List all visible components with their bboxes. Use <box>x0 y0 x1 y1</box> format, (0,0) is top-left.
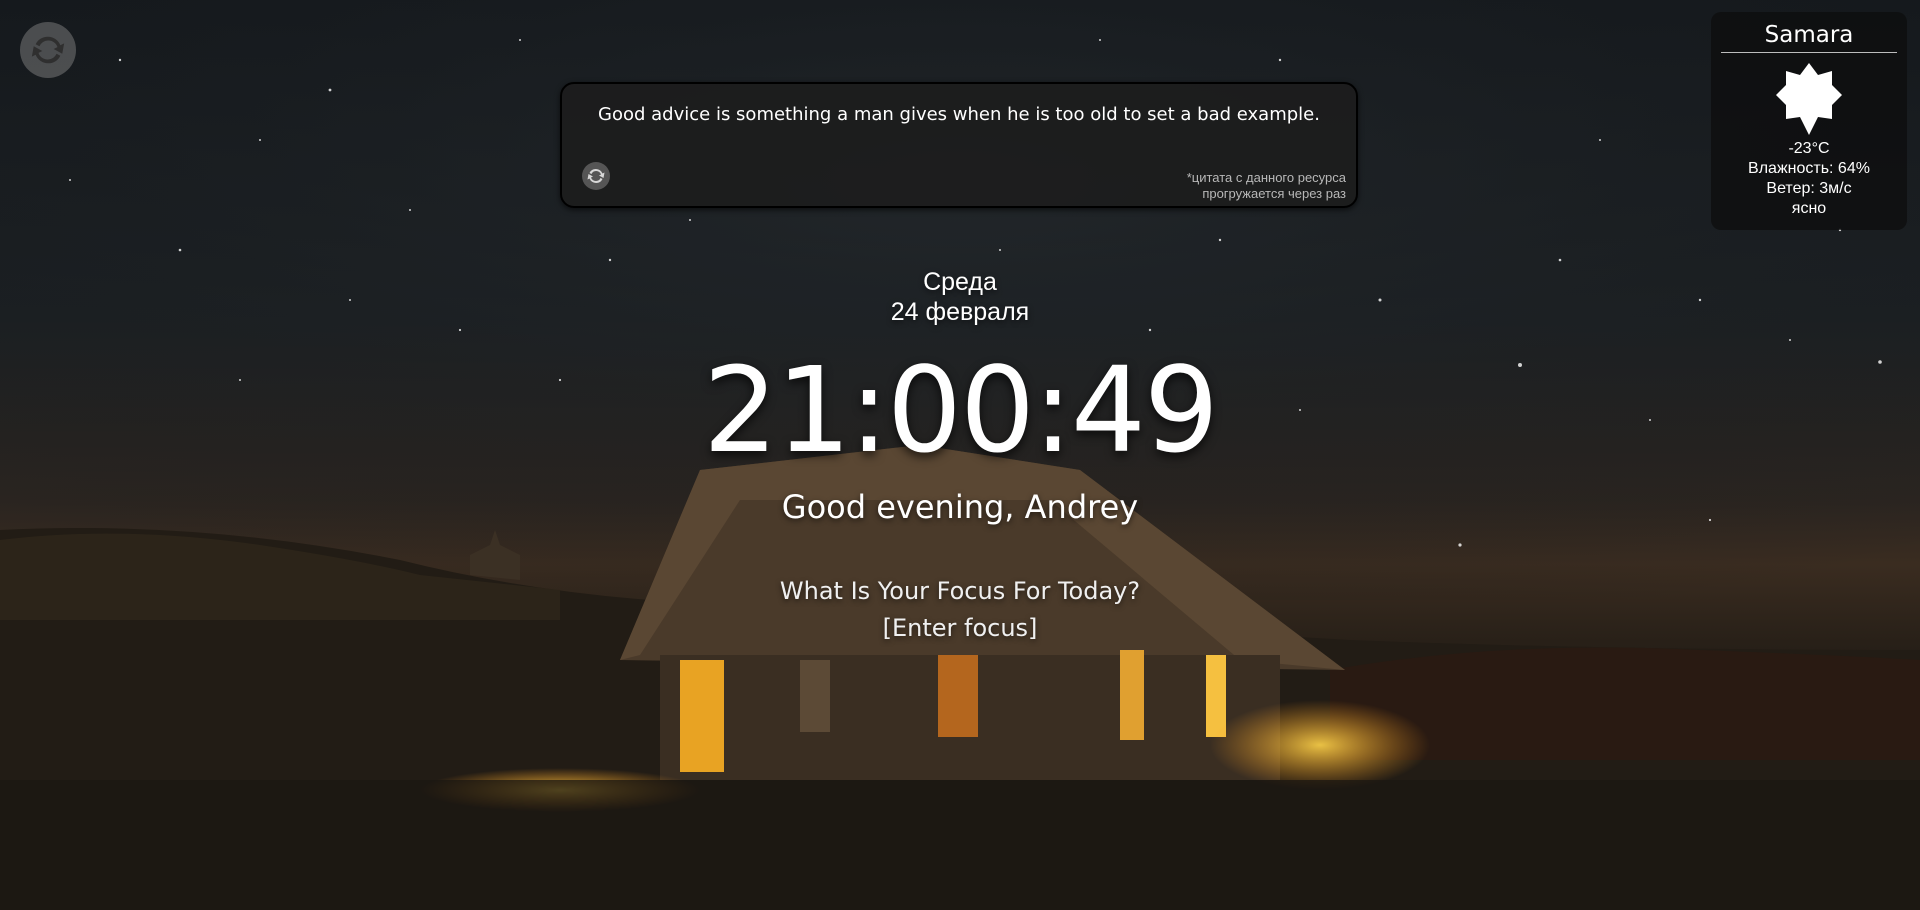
quote-note-line-2: прогружается через раз <box>1202 186 1346 201</box>
weather-humidity: Влажность: 64% <box>1748 160 1870 177</box>
refresh-icon <box>31 36 65 64</box>
focus-question: What Is Your Focus For Today? <box>779 577 1141 605</box>
focus-input[interactable]: [Enter focus] <box>0 614 1920 642</box>
weather-description: ясно <box>1791 200 1827 217</box>
date: 24 февраля <box>890 298 1030 326</box>
greeting: Good evening, Andrey <box>781 488 1139 526</box>
refresh-icon <box>587 168 605 184</box>
background-refresh-button[interactable] <box>20 22 76 78</box>
day-of-week: Среда <box>923 268 997 296</box>
weather-temperature: -23°C <box>1788 140 1830 157</box>
weather-widget: Samara -23°C Влажность: 64% Ветер: 3м/с … <box>1711 12 1907 230</box>
quote-text: Good advice is something a man gives whe… <box>598 104 1320 125</box>
quote-note-line-1: *цитата с данного ресурса <box>1186 170 1346 185</box>
quote-note: *цитата с данного ресурса прогружается ч… <box>1187 170 1346 202</box>
clock-time: 21:00:49 <box>703 341 1219 479</box>
quote-refresh-button[interactable] <box>582 162 610 190</box>
weather-city: Samara <box>1721 22 1897 53</box>
weather-wind: Ветер: 3м/с <box>1766 180 1852 197</box>
sun-icon <box>1776 63 1842 135</box>
quote-panel: Good advice is something a man gives whe… <box>560 82 1358 208</box>
